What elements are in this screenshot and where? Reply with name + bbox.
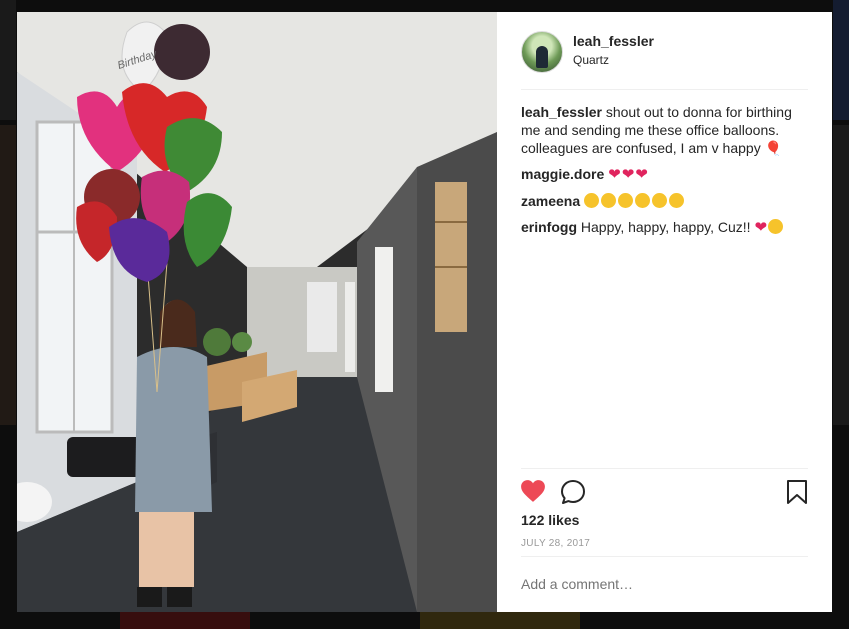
balloon-emoji-icon: 🎈	[764, 140, 783, 156]
comment-item: zameena	[521, 192, 812, 210]
comment-bubble-icon	[561, 480, 585, 504]
post-photo[interactable]: Birthday	[17, 12, 497, 612]
author-username[interactable]: leah_fessler	[573, 33, 654, 49]
caption-author[interactable]: leah_fessler	[521, 104, 602, 120]
likes-count[interactable]: 122 likes	[521, 512, 579, 528]
divider	[521, 556, 808, 557]
divider	[521, 89, 808, 90]
post-header: leah_fessler Quartz	[497, 12, 832, 89]
post-date[interactable]: JULY 28, 2017	[521, 538, 590, 549]
post-location[interactable]: Quartz	[573, 53, 609, 67]
bookmark-icon	[787, 480, 807, 504]
comment-author[interactable]: maggie.dore	[521, 166, 604, 182]
like-button[interactable]	[520, 479, 546, 503]
avatar[interactable]	[521, 31, 563, 73]
heart-emoji-icon: ❤	[754, 219, 768, 236]
comment-author[interactable]: zameena	[521, 193, 580, 209]
emoji-faces-icon	[584, 193, 686, 209]
post-modal: Birthday leah_fessler Quartz leah_fessle…	[17, 12, 832, 612]
heart-emoji-icon: ❤❤❤	[608, 166, 648, 183]
comment-item: maggie.dore ❤❤❤	[521, 165, 812, 184]
save-button[interactable]	[786, 479, 808, 505]
comment-button[interactable]	[560, 479, 586, 505]
caption: leah_fessler shout out to donna for birt…	[521, 103, 812, 157]
heart-icon	[521, 480, 545, 502]
post-side-panel: leah_fessler Quartz leah_fessler shout o…	[497, 12, 832, 612]
comment-text: Happy, happy, happy, Cuz!!	[580, 219, 751, 235]
comments-list: leah_fessler shout out to donna for birt…	[521, 103, 812, 245]
office-photo-illustration	[17, 12, 497, 612]
divider	[521, 468, 808, 469]
comment-item: erinfogg Happy, happy, happy, Cuz!! ❤	[521, 218, 812, 237]
add-comment-input[interactable]	[521, 576, 801, 592]
comment-author[interactable]: erinfogg	[521, 219, 577, 235]
kiss-face-emoji-icon	[768, 219, 784, 234]
